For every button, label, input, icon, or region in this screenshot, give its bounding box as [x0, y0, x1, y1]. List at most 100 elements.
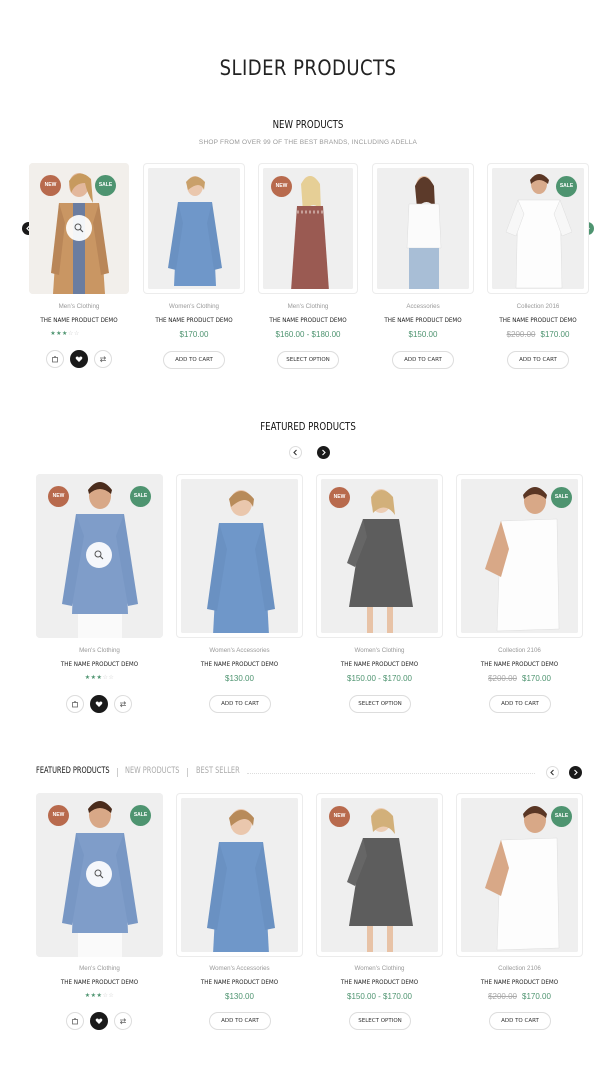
product-category: Women's Clothing: [169, 303, 219, 310]
sale-price: $170.00: [522, 674, 551, 683]
product-name[interactable]: THE NAME PRODUCT DEMO: [465, 660, 574, 668]
product-category: Collection 2106: [498, 965, 541, 972]
product-image[interactable]: NEW SALE: [29, 163, 129, 294]
tab-best-seller[interactable]: BEST SELLER: [196, 766, 240, 776]
product-image[interactable]: SALE: [487, 163, 589, 294]
search-icon: [94, 869, 104, 879]
wishlist-button[interactable]: [70, 350, 88, 368]
product-card[interactable]: SALE Collection 2016 THE NAME PRODUCT DE…: [487, 163, 589, 373]
select-option-button[interactable]: SELECT OPTION: [349, 1012, 411, 1030]
product-name[interactable]: THE NAME PRODUCT DEMO: [325, 660, 434, 668]
product-image[interactable]: SALE: [456, 793, 583, 957]
quick-view-button[interactable]: [66, 215, 92, 241]
product-name[interactable]: THE NAME PRODUCT DEMO: [494, 316, 582, 324]
wishlist-button[interactable]: [90, 695, 108, 713]
product-card[interactable]: Women's Accessories THE NAME PRODUCT DEM…: [176, 793, 303, 1039]
product-name[interactable]: THE NAME PRODUCT DEMO: [36, 316, 122, 324]
product-image[interactable]: NEW: [316, 474, 443, 638]
wishlist-button[interactable]: [90, 1012, 108, 1030]
product-name[interactable]: THE NAME PRODUCT DEMO: [150, 316, 238, 324]
product-name[interactable]: THE NAME PRODUCT DEMO: [265, 316, 351, 324]
product-card[interactable]: NEW Men's Clothing THE NAME PRODUCT DEMO…: [258, 163, 358, 373]
product-actions: [29, 350, 129, 368]
product-image[interactable]: NEW SALE: [36, 474, 163, 638]
product-card[interactable]: NEW SALE Men's Clothing THE NAME PRODUCT…: [36, 474, 163, 720]
search-icon: [94, 550, 104, 560]
compare-button[interactable]: [94, 350, 112, 368]
add-to-cart-button[interactable]: ADD TO CART: [209, 695, 271, 713]
page-title: SLIDER PRODUCTS: [219, 56, 397, 80]
featured-prev-button[interactable]: [289, 446, 302, 459]
product-price: $200.00 $170.00: [456, 992, 583, 1001]
tabs-prev-button[interactable]: [546, 766, 559, 779]
tabs-next-button[interactable]: [569, 766, 582, 779]
sale-badge: SALE: [551, 806, 572, 827]
sale-badge: SALE: [551, 487, 572, 508]
product-image[interactable]: NEW: [316, 793, 443, 957]
heart-icon: [95, 701, 103, 707]
heart-icon: [95, 1018, 103, 1024]
product-image[interactable]: [176, 474, 303, 638]
add-to-cart-button[interactable]: ADD TO CART: [489, 1012, 551, 1030]
product-name[interactable]: THE NAME PRODUCT DEMO: [45, 660, 154, 668]
cart-icon: [52, 356, 58, 363]
product-actions: [36, 695, 163, 713]
sale-badge: SALE: [130, 805, 151, 826]
product-card[interactable]: Women's Accessories THE NAME PRODUCT DEM…: [176, 474, 303, 720]
product-image[interactable]: [176, 793, 303, 957]
select-option-button[interactable]: SELECT OPTION: [277, 351, 339, 369]
sale-badge: SALE: [556, 176, 577, 197]
add-to-cart-button[interactable]: [66, 695, 84, 713]
select-option-button[interactable]: SELECT OPTION: [349, 695, 411, 713]
product-card[interactable]: NEW Women's Clothing THE NAME PRODUCT DE…: [316, 793, 443, 1039]
product-name[interactable]: THE NAME PRODUCT DEMO: [379, 316, 467, 324]
heart-icon: [75, 356, 83, 362]
product-image[interactable]: [372, 163, 474, 294]
add-to-cart-button[interactable]: ADD TO CART: [392, 351, 454, 369]
add-to-cart-button[interactable]: [66, 1012, 84, 1030]
quick-view-button[interactable]: [86, 542, 112, 568]
sale-price: $170.00: [522, 992, 551, 1001]
featured-next-button[interactable]: [317, 446, 330, 459]
quick-view-button[interactable]: [86, 861, 112, 887]
add-to-cart-button[interactable]: ADD TO CART: [209, 1012, 271, 1030]
product-card[interactable]: SALE Collection 2106 THE NAME PRODUCT DE…: [456, 474, 583, 720]
product-image[interactable]: [143, 163, 245, 294]
new-badge: NEW: [329, 487, 350, 508]
product-image[interactable]: NEW SALE: [36, 793, 163, 957]
tab-featured-products[interactable]: FEATURED PRODUCTS: [36, 766, 110, 776]
product-card[interactable]: NEW SALE Men's Clothing THE NAME PRODUCT…: [36, 793, 163, 1039]
product-card[interactable]: NEW Women's Clothing THE NAME PRODUCT DE…: [316, 474, 443, 720]
product-name[interactable]: THE NAME PRODUCT DEMO: [325, 978, 434, 986]
compare-icon: [119, 1018, 127, 1025]
product-name[interactable]: THE NAME PRODUCT DEMO: [185, 660, 294, 668]
product-name[interactable]: THE NAME PRODUCT DEMO: [45, 978, 154, 986]
search-icon: [74, 223, 84, 233]
tab-divider: [117, 768, 118, 777]
compare-button[interactable]: [114, 1012, 132, 1030]
product-price: $160.00 - $180.00: [275, 330, 341, 339]
product-image[interactable]: SALE: [456, 474, 583, 638]
product-category: Women's Clothing: [354, 647, 405, 654]
old-price: $200.00: [488, 674, 517, 683]
product-name[interactable]: THE NAME PRODUCT DEMO: [465, 978, 574, 986]
product-image[interactable]: NEW: [258, 163, 358, 294]
product-price: $150.00 - $170.00: [347, 992, 412, 1001]
product-card[interactable]: Accessories THE NAME PRODUCT DEMO $150.0…: [372, 163, 474, 373]
rating-stars: ★★★☆☆: [50, 331, 80, 337]
tab-new-products[interactable]: NEW PRODUCTS: [125, 766, 179, 776]
new-badge: NEW: [271, 176, 292, 197]
product-card[interactable]: NEW SALE Men's Clothing THE NAME PRODUCT…: [29, 163, 129, 373]
cart-icon: [72, 701, 78, 708]
compare-button[interactable]: [114, 695, 132, 713]
product-card[interactable]: SALE Collection 2106 THE NAME PRODUCT DE…: [456, 793, 583, 1039]
product-photo: [377, 168, 469, 289]
product-category: Accessories: [406, 303, 440, 310]
add-to-cart-button[interactable]: ADD TO CART: [507, 351, 569, 369]
add-to-cart-button[interactable]: ADD TO CART: [163, 351, 225, 369]
add-to-cart-button[interactable]: [46, 350, 64, 368]
product-card[interactable]: Women's Clothing THE NAME PRODUCT DEMO $…: [143, 163, 245, 373]
add-to-cart-button[interactable]: ADD TO CART: [489, 695, 551, 713]
product-photo: [181, 798, 298, 952]
product-name[interactable]: THE NAME PRODUCT DEMO: [185, 978, 294, 986]
